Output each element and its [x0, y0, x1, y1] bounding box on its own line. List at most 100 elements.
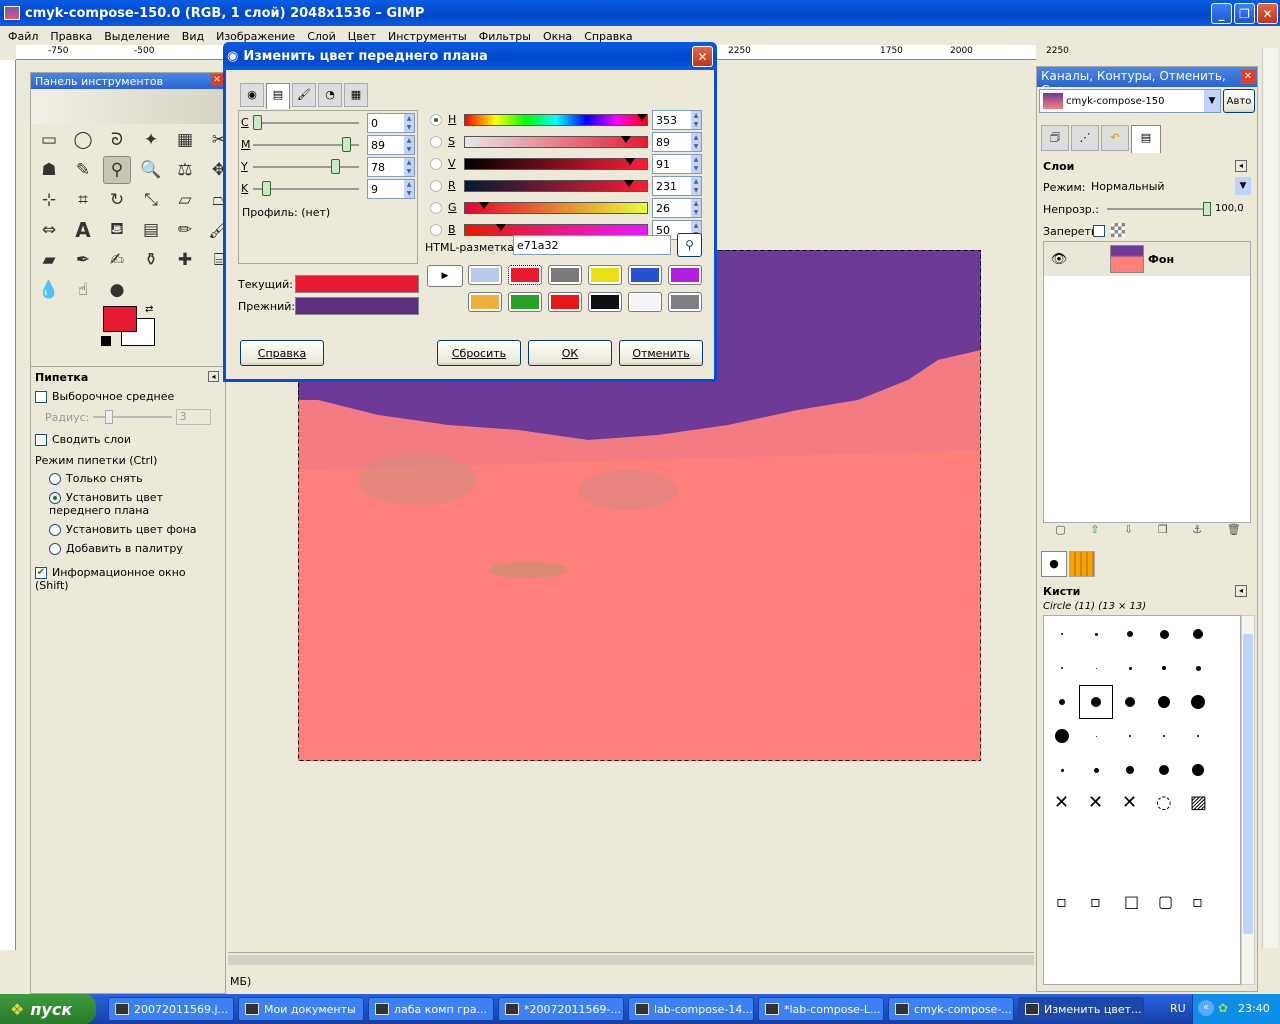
history-arrow-button[interactable]: ▶	[427, 265, 463, 287]
rect-select-icon[interactable]: ▭	[35, 126, 63, 154]
cmyk-slider-handle[interactable]	[253, 115, 262, 130]
brush-preview[interactable]	[1095, 667, 1097, 669]
brush-preview[interactable]	[1128, 666, 1132, 670]
smudge-icon[interactable]: ☝	[69, 276, 97, 304]
cmyk-value-field[interactable]: 89 ▲ ▼	[367, 135, 415, 155]
rotate-icon[interactable]: ↻	[103, 186, 131, 214]
taskbar-button[interactable]: *lab-compose-L...	[758, 997, 884, 1021]
spin-arrows-icon[interactable]: ▲▼	[404, 114, 414, 132]
cmyk-value-field[interactable]: 0 ▲ ▼	[367, 113, 415, 133]
brush-preview[interactable]	[1192, 764, 1204, 776]
history-color-swatch[interactable]	[628, 265, 662, 285]
spin-arrows-icon[interactable]: ▲▼	[691, 133, 701, 151]
airbrush-icon[interactable]: ✒	[69, 246, 97, 274]
brush-preview[interactable]: ▢	[1158, 892, 1173, 911]
taskbar-button[interactable]: Мои документы	[238, 997, 364, 1021]
color-swatches[interactable]: ⇄	[31, 304, 225, 366]
brush-preview[interactable]	[1159, 765, 1169, 775]
cancel-button[interactable]: Отменить	[619, 340, 703, 366]
lock-alpha-checkbox[interactable]	[1093, 225, 1105, 237]
tray-network-icon[interactable]: ✿	[1218, 1001, 1228, 1015]
blur-icon[interactable]: 💧	[35, 276, 63, 304]
heal-icon[interactable]: ✚	[171, 246, 199, 274]
menu-item[interactable]: Справка	[578, 30, 638, 43]
brush-preview[interactable]	[1197, 735, 1199, 737]
brush-preview[interactable]	[1091, 697, 1101, 707]
pick-mode-radio-2[interactable]: Установить цвет переднего плана	[31, 488, 225, 520]
sample-average-option[interactable]: Выборочное среднее	[31, 386, 225, 407]
shear-icon[interactable]: ▱	[171, 186, 199, 214]
channel-value-field[interactable]: 353 ▲ ▼	[652, 110, 702, 130]
taskbar-button[interactable]: lab-compose-14...	[628, 997, 754, 1021]
history-color-swatch[interactable]	[628, 292, 662, 312]
channels-icon[interactable]: ⋰	[1071, 125, 1099, 151]
brush-preview[interactable]: ▫	[1090, 892, 1101, 911]
brush-tab-icon[interactable]: ●	[1041, 551, 1067, 577]
menu-arrow-icon[interactable]: ◂	[1235, 160, 1247, 172]
spin-arrows-icon[interactable]: ▲▼	[691, 155, 701, 173]
menu-item[interactable]: Фильтры	[473, 30, 537, 43]
brush-preview[interactable]	[1095, 735, 1097, 737]
menu-item[interactable]: Окна	[537, 30, 578, 43]
spin-arrows-icon[interactable]: ▲▼	[691, 111, 701, 129]
spin-arrows-icon[interactable]: ▲▼	[404, 180, 414, 198]
layers-tab-icon[interactable]: ▤	[1131, 125, 1161, 153]
menu-item[interactable]: Файл	[2, 30, 44, 43]
history-color-swatch[interactable]	[508, 265, 542, 285]
brush-preview[interactable]: ▨	[1190, 792, 1207, 813]
tray-arrow-icon[interactable]: «	[1198, 1000, 1214, 1016]
pick-mode-radio-4[interactable]: Добавить в палитру	[31, 539, 225, 558]
duplicate-layer-icon[interactable]: ❐	[1158, 523, 1168, 541]
default-colors-icon[interactable]	[101, 336, 111, 346]
new-layer-icon[interactable]: ▢	[1055, 523, 1065, 541]
bucket-fill-icon[interactable]: ⛾	[103, 216, 131, 244]
cmyk-value-field[interactable]: 9 ▲ ▼	[367, 179, 415, 199]
foreground-select-icon[interactable]: ☗	[35, 156, 63, 184]
pattern-tab-icon[interactable]	[1069, 551, 1095, 577]
lower-layer-icon[interactable]: ⇩	[1124, 523, 1133, 541]
opacity-slider-handle[interactable]	[1203, 202, 1211, 216]
radio-icon[interactable]	[49, 543, 61, 555]
raise-layer-icon[interactable]: ⇧	[1090, 523, 1099, 541]
brush-preview[interactable]	[1125, 697, 1135, 707]
clone-icon[interactable]: ⚱	[137, 246, 165, 274]
menu-item[interactable]: Изображение	[210, 30, 301, 43]
taskbar-button[interactable]: 20072011569.j...	[108, 997, 234, 1021]
ok-button[interactable]: ОК	[528, 340, 612, 366]
history-color-swatch[interactable]	[468, 265, 502, 285]
brushes-scrollbar[interactable]	[1241, 615, 1255, 985]
history-color-swatch[interactable]	[548, 265, 582, 285]
menu-item[interactable]: Инструменты	[382, 30, 473, 43]
eye-icon[interactable]: 👁	[1044, 252, 1074, 267]
channel-value-field[interactable]: 91 ▲ ▼	[652, 154, 702, 174]
spin-arrows-icon[interactable]: ▲▼	[404, 158, 414, 176]
cmyk-slider[interactable]	[253, 159, 359, 174]
history-color-swatch[interactable]	[588, 292, 622, 312]
sample-average-checkbox[interactable]	[35, 391, 47, 403]
menu-item[interactable]: Вид	[176, 30, 210, 43]
color-picker-button[interactable]: ⚲	[677, 233, 702, 257]
channel-gradient-slider[interactable]	[464, 114, 648, 126]
brush-preview[interactable]	[1195, 665, 1201, 671]
align-icon[interactable]: ⊹	[35, 186, 63, 214]
menu-arrow-icon[interactable]: ◂	[1235, 585, 1247, 597]
history-color-swatch[interactable]	[668, 292, 702, 312]
flip-icon[interactable]: ⇔	[35, 216, 63, 244]
close-icon[interactable]: ✕	[1241, 70, 1255, 84]
channel-radio[interactable]	[430, 136, 442, 148]
brush-preview[interactable]: □	[1124, 892, 1139, 911]
cmyk-slider[interactable]	[253, 181, 359, 196]
reset-button[interactable]: Сбросить	[437, 340, 521, 366]
brushes-grid[interactable]: ✕ ✕ ✕ ◌ ▨ ▫ ▫ □ ▢ ▫	[1043, 615, 1241, 985]
dialog-close-button[interactable]: ✕	[692, 46, 713, 67]
spin-arrows-icon[interactable]: ▲▼	[691, 199, 701, 217]
brush-preview[interactable]	[1193, 629, 1203, 639]
brush-preview[interactable]	[1055, 729, 1069, 743]
brush-preview[interactable]	[1129, 735, 1131, 737]
ink-icon[interactable]: ✍	[103, 246, 131, 274]
taskbar-button[interactable]: cmyk-compose-...	[888, 997, 1014, 1021]
auto-button[interactable]: Авто	[1223, 89, 1255, 113]
brush-preview[interactable]	[1060, 768, 1064, 772]
info-window-checkbox[interactable]: ✔	[35, 567, 47, 579]
channel-gradient-slider[interactable]	[464, 180, 648, 192]
